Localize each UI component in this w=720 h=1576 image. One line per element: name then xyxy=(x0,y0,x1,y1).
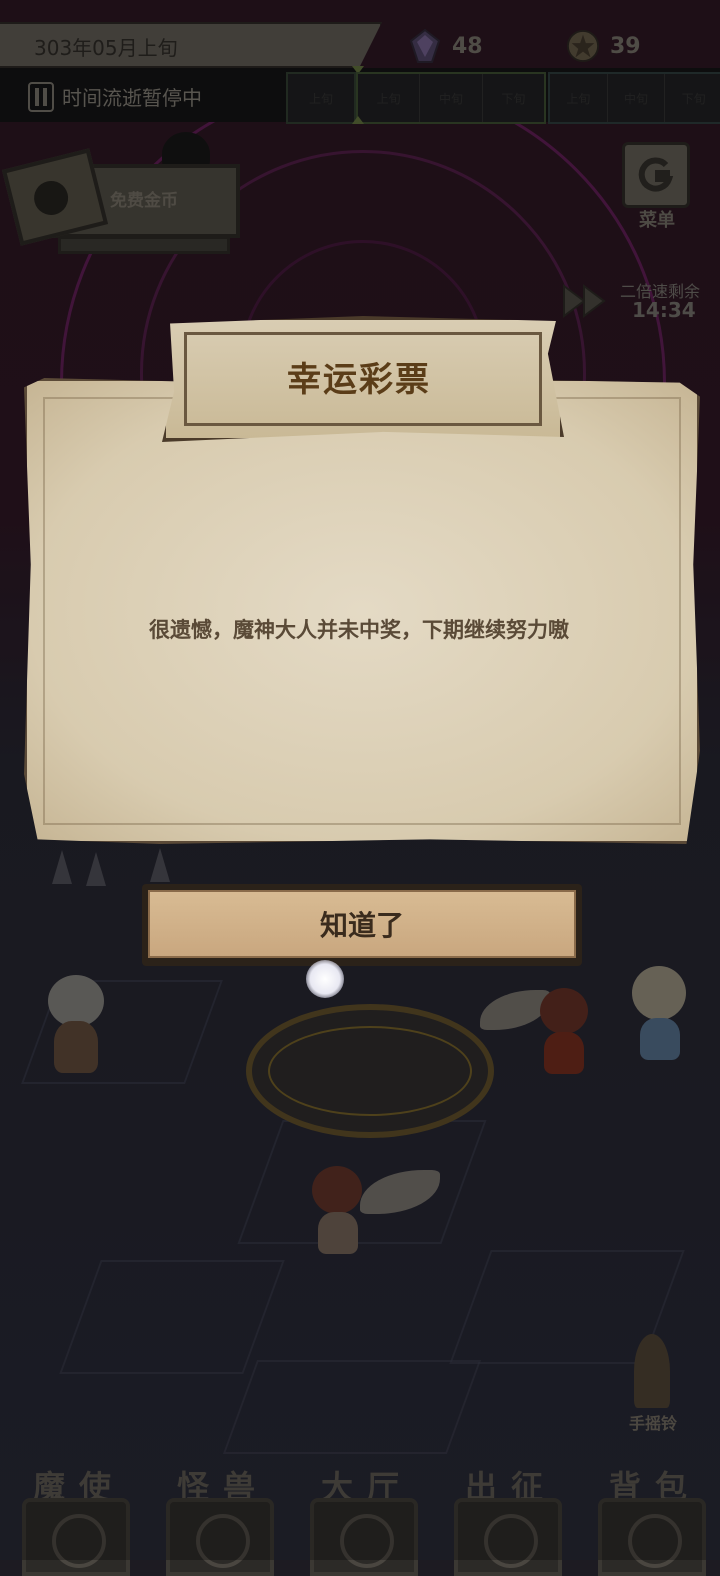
touch-indicator xyxy=(306,960,344,998)
dialog-paper xyxy=(24,378,700,844)
dialog-title-plate: 幸运彩票 xyxy=(162,316,564,442)
got-it-label: 知道了 xyxy=(319,909,404,942)
dialog-title: 幸运彩票 xyxy=(287,360,431,400)
dialog-message: 很遗憾，魔神大人并未中奖，下期继续努力嗷 xyxy=(149,618,569,642)
lottery-dialog: 很遗憾，魔神大人并未中奖，下期继续努力嗷 xyxy=(24,378,700,844)
got-it-button[interactable]: 知道了 xyxy=(142,884,582,966)
got-it-button-face: 知道了 xyxy=(148,890,576,958)
